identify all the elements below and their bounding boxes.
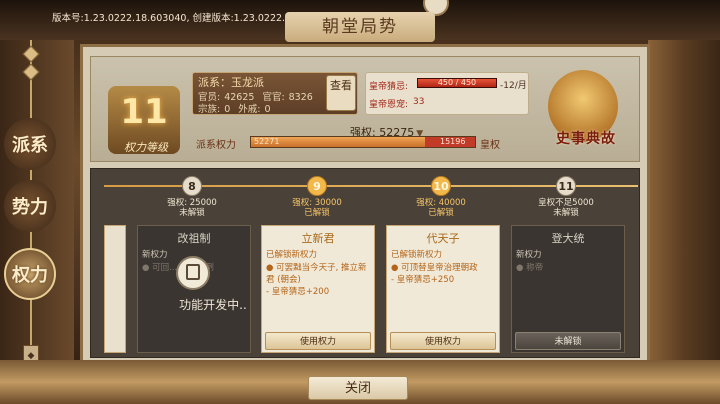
card-title: 立新君 (301, 232, 335, 245)
faction-power-value: 52271 (254, 137, 280, 146)
tab-power[interactable]: 权力 (4, 248, 56, 300)
node-caption-8: 强权: 25000 未解锁 (137, 198, 247, 218)
card-head: 已解锁新权力 (266, 250, 318, 260)
node-status: 未解锁 (553, 208, 579, 218)
tab-influence[interactable]: 势力 (4, 180, 56, 232)
node-req: 强权: 30000 (292, 198, 342, 208)
faction-power-label: 派系权力 (196, 140, 236, 151)
page-title: 朝堂局势 (285, 12, 435, 42)
card-body: ● 称帝 (516, 263, 544, 273)
node-status: 已解锁 (304, 208, 330, 218)
use-power-button[interactable]: 使用权力 (390, 332, 496, 350)
card-body: ● 可顶替皇帝治理朝政 - 皇帝猜忌+250 (391, 263, 478, 285)
view-button[interactable]: 查看 (326, 75, 356, 111)
node-req: 强权: 40000 (416, 198, 466, 208)
card-body: ● 可罢黜当今天子, 推立新君 (朝会) - 皇帝猜忌+200 (266, 263, 367, 297)
card-title: 改祖制 (177, 232, 211, 245)
node-11: 11 (556, 176, 576, 196)
power-level-number: 11 (120, 92, 168, 132)
external-label: 外戚: (238, 104, 261, 115)
node-status: 未解锁 (179, 208, 205, 218)
power-card-new-ruler: 立新君 已解锁新权力 ● 可罢黜当今天子, 推立新君 (朝会) - 皇帝猜忌+2… (261, 225, 375, 353)
node-caption-10: 强权: 40000 已解锁 (386, 198, 496, 218)
imperial-power-value: 15196 (440, 137, 466, 146)
card-head: 新权力 (142, 250, 168, 260)
node-req: 皇权不足5000 (538, 198, 594, 208)
node-caption-11: 皇权不足5000 未解锁 (511, 198, 621, 218)
dev-in-progress-text: 功能开发中.. (179, 298, 247, 312)
card-head: 新权力 (516, 250, 542, 260)
node-req: 强权: 25000 (167, 198, 217, 208)
clan-label: 宗族: (198, 104, 221, 115)
rank-value: 8326 (288, 92, 313, 103)
node-9: 9 (307, 176, 327, 196)
node-8: 8 (182, 176, 202, 196)
use-power-button[interactable]: 使用权力 (265, 332, 371, 350)
power-level-label: 权力等级 (124, 141, 168, 154)
favor-value: 33 (413, 97, 425, 107)
node-caption-9: 强权: 30000 已解锁 (262, 198, 372, 218)
card-title: 代天子 (426, 232, 460, 245)
faction-name: 派系：玉龙派 (198, 76, 264, 89)
locked-button: 未解锁 (515, 332, 621, 350)
clan-value: 0 (224, 104, 231, 115)
external-value: 0 (264, 104, 271, 115)
power-card-throne: 登大统 新权力 ● 称帝 未解锁 (511, 225, 625, 353)
favor-label: 皇帝恩宠: (369, 100, 409, 110)
node-status: 已解锁 (428, 208, 454, 218)
history-button[interactable]: 史事典故 (538, 128, 634, 148)
right-pillar (648, 40, 720, 370)
imperial-power-label: 皇权 (480, 140, 500, 151)
card-title: 登大统 (551, 232, 585, 245)
card-head: 已解锁新权力 (391, 250, 443, 260)
prev-card-edge (104, 225, 126, 353)
node-10: 10 (431, 176, 451, 196)
faction-stats-row-2: 宗族: 0 外戚: 0 (198, 101, 279, 115)
close-button[interactable]: 关闭 (308, 376, 408, 400)
tab-faction[interactable]: 派系 (4, 118, 56, 170)
suspicion-value: 450 / 450 (437, 78, 477, 87)
lock-icon-inner (186, 264, 200, 280)
suspicion-label: 皇帝猜忌: (369, 82, 409, 92)
suspicion-rate: -12/月 (500, 81, 527, 91)
power-card-regent: 代天子 已解锁新权力 ● 可顶替皇帝治理朝政 - 皇帝猜忌+250 使用权力 (386, 225, 500, 353)
